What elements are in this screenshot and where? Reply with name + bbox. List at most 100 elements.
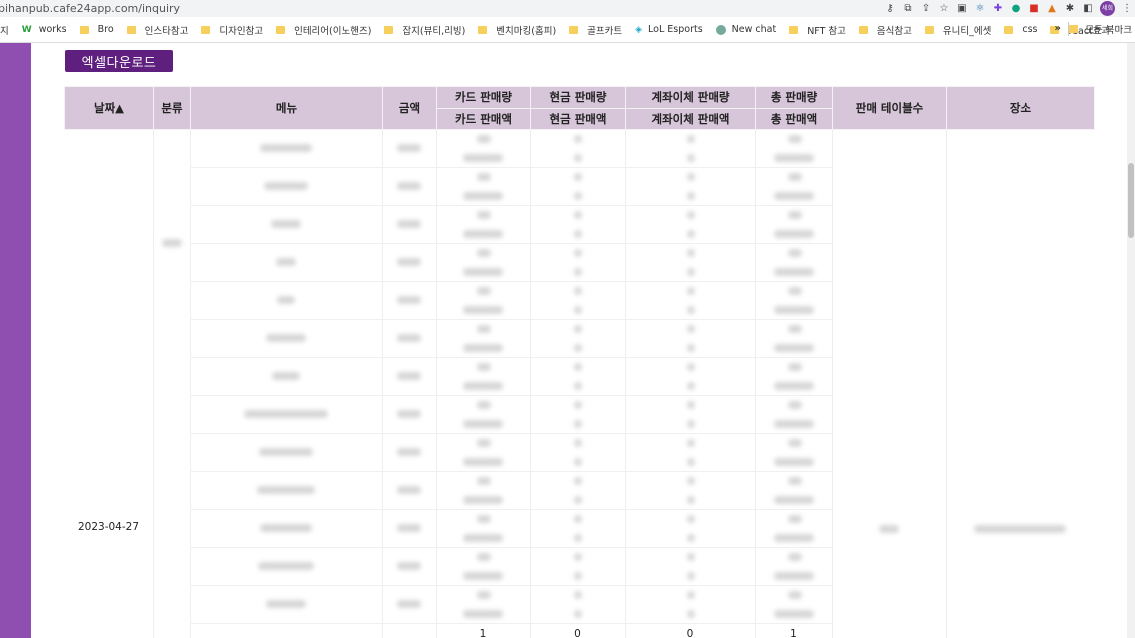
- obscured-card-amt: [463, 610, 503, 618]
- bookmark-item[interactable]: 유니티_에셋: [924, 23, 992, 37]
- obscured-transfer-amt: [687, 154, 695, 162]
- folder-icon: [1069, 25, 1079, 33]
- key-icon[interactable]: ⚷: [884, 3, 896, 15]
- bookmark-item[interactable]: 지: [0, 23, 9, 37]
- row-divider: [190, 547, 832, 548]
- react-devtools-icon[interactable]: ⚛: [974, 3, 986, 15]
- date-cell: 2023-04-27: [77, 521, 140, 533]
- bookmark-item[interactable]: 벤치마킹(홈피): [478, 23, 556, 37]
- folder-icon: [126, 25, 136, 34]
- row-divider: [190, 205, 832, 206]
- obscured-card-amt: [463, 154, 503, 162]
- sales-table: 날짜▲ 분류 메뉴 금액 카드 판매량 현금 판매량 계좌이체 판매량 총 판매…: [64, 86, 1095, 130]
- obscured-total-amt: [774, 610, 814, 618]
- bookmark-item[interactable]: New chat: [715, 24, 776, 35]
- side-panel-icon[interactable]: ◧: [1082, 3, 1094, 15]
- obscured-transfer-qty: [687, 363, 695, 371]
- obscured-transfer-qty: [687, 553, 695, 561]
- obscured-total-qty: [788, 591, 802, 599]
- obscured-card-amt: [463, 420, 503, 428]
- obscured-transfer-amt: [687, 306, 695, 314]
- obscured-transfer-qty: [687, 325, 695, 333]
- obscured-transfer-amt: [687, 420, 695, 428]
- chat-extension-icon[interactable]: ●: [1010, 3, 1022, 15]
- obscured-price: [397, 296, 421, 304]
- capture-icon[interactable]: ▣: [956, 3, 968, 15]
- header-menu: 메뉴: [190, 86, 383, 130]
- fox-extension-icon[interactable]: ▲: [1046, 3, 1058, 15]
- obscured-cash-qty: [574, 439, 582, 447]
- row-divider: [190, 623, 832, 624]
- bookmark-item[interactable]: Bro: [79, 24, 114, 35]
- obscured-menu-name: [264, 182, 308, 190]
- obscured-cash-amt: [574, 496, 582, 504]
- obscured-total-amt: [774, 496, 814, 504]
- url-text[interactable]: bihanpub.cafe24app.com/inquiry: [0, 2, 180, 15]
- excel-download-button[interactable]: 엑셀다운로드: [65, 50, 173, 72]
- bookmark-item[interactable]: css: [1004, 24, 1037, 35]
- bookmark-item[interactable]: 골프카트: [569, 23, 622, 37]
- obscured-total-qty: [788, 173, 802, 181]
- bookmark-item[interactable]: 인스타참고: [126, 23, 188, 37]
- bookmark-item[interactable]: Wworks: [22, 24, 67, 35]
- bookmark-item[interactable]: 디자인참고: [201, 23, 263, 37]
- bookmark-item[interactable]: 잡지(뷰티,리빙): [384, 23, 465, 37]
- obscured-transfer-amt: [687, 382, 695, 390]
- obscured-card-amt: [463, 496, 503, 504]
- obscured-card-qty: [477, 325, 491, 333]
- obscured-price: [397, 486, 421, 494]
- bookmark-item[interactable]: ◈ LoL Esports: [635, 24, 703, 35]
- obscured-cash-amt: [574, 458, 582, 466]
- obscured-cash-qty: [574, 211, 582, 219]
- total-cash-qty: 0: [574, 628, 581, 638]
- scrollbar-track[interactable]: [1127, 43, 1135, 638]
- red-extension-icon[interactable]: ■: [1028, 3, 1040, 15]
- extensions-puzzle-icon[interactable]: ✱: [1064, 3, 1076, 15]
- obscured-total-qty: [788, 287, 802, 295]
- obscured-category: [162, 239, 182, 247]
- obscured-card-amt: [463, 534, 503, 542]
- folder-icon: [79, 25, 89, 34]
- plus-extension-icon[interactable]: ✚: [992, 3, 1004, 15]
- share-icon[interactable]: ⇪: [920, 3, 932, 15]
- bookmark-label: 지: [0, 25, 9, 37]
- menu-dots-icon[interactable]: ⋮: [1121, 3, 1133, 15]
- row-divider: [190, 319, 832, 320]
- obscured-cash-amt: [574, 306, 582, 314]
- obscured-transfer-amt: [687, 572, 695, 580]
- translate-icon[interactable]: ⧉: [902, 3, 914, 15]
- profile-avatar[interactable]: 세희: [1100, 1, 1115, 16]
- bookmark-label: 유니티_에셋: [942, 25, 992, 37]
- folder-icon: [789, 25, 799, 34]
- obscured-price: [397, 144, 421, 152]
- bookmark-item[interactable]: 음식참고: [858, 23, 912, 37]
- all-bookmarks-button[interactable]: 모든 북마크: [1069, 22, 1132, 36]
- bookmark-item[interactable]: 인테리어(이노핸즈): [276, 23, 371, 37]
- obscured-total-qty: [788, 401, 802, 409]
- obscured-card-qty: [477, 439, 491, 447]
- obscured-cash-qty: [574, 591, 582, 599]
- obscured-card-qty: [477, 287, 491, 295]
- total-card-qty: 1: [479, 628, 487, 638]
- obscured-total-amt: [774, 306, 814, 314]
- obscured-cash-amt: [574, 382, 582, 390]
- address-bar[interactable]: bihanpub.cafe24app.com/inquiry ⚷ ⧉ ⇪ ☆ ▣…: [0, 0, 1135, 17]
- obscured-total-amt: [774, 534, 814, 542]
- bookmark-label: css: [1022, 24, 1038, 35]
- obscured-price: [397, 372, 421, 380]
- obscured-cash-qty: [574, 135, 582, 143]
- row-divider: [190, 509, 832, 510]
- obscured-menu-name: [258, 562, 314, 570]
- obscured-menu-name: [260, 524, 312, 532]
- star-icon[interactable]: ☆: [938, 3, 950, 15]
- bookmarks-overflow-button[interactable]: »: [1055, 23, 1061, 34]
- header-total-qty: 총 판매량: [755, 86, 833, 109]
- header-date[interactable]: 날짜▲: [64, 86, 154, 130]
- bookmark-item[interactable]: NFT 참고: [789, 23, 846, 37]
- obscured-total-qty: [788, 439, 802, 447]
- obscured-cash-qty: [574, 401, 582, 409]
- obscured-transfer-amt: [687, 534, 695, 542]
- scrollbar-thumb[interactable]: [1128, 163, 1134, 238]
- obscured-menu-name: [244, 410, 328, 418]
- obscured-transfer-qty: [687, 401, 695, 409]
